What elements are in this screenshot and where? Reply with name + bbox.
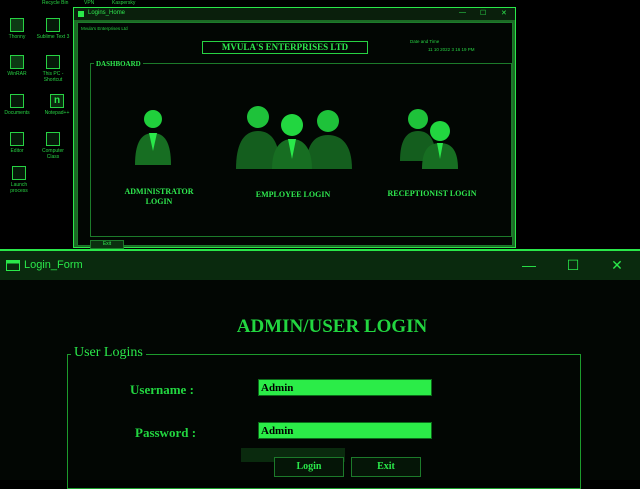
desktop-icon-label: Computer Class bbox=[42, 148, 64, 160]
desktop-icon-label: Editor bbox=[10, 148, 24, 154]
desktop-icon-notepad[interactable]: n Notepad++ bbox=[40, 94, 74, 116]
desktop-icon-computer-class[interactable]: Computer Class bbox=[36, 132, 70, 160]
dashboard-legend: DASHBOARD bbox=[94, 60, 143, 68]
home-window: Logins_Home — ☐ ✕ Mvula's Enterprises Lt… bbox=[73, 7, 516, 249]
desktop-icon-this-pc[interactable]: This PC - Shortcut bbox=[36, 55, 70, 83]
desktop-icon-label: Sublime Text 3 bbox=[36, 34, 70, 40]
exit-button[interactable]: Exit bbox=[351, 457, 421, 477]
login-window: Login_Form — ☐ ✕ ADMIN/USER LOGIN User L… bbox=[0, 249, 640, 489]
notepad-plus-icon: n bbox=[50, 94, 64, 108]
home-close-button[interactable]: ✕ bbox=[501, 9, 507, 17]
app-window-icon bbox=[6, 260, 20, 271]
desktop-icon-label: This PC - Shortcut bbox=[42, 71, 64, 83]
administrator-login-label[interactable]: ADMINISTRATOR LOGIN bbox=[111, 187, 207, 207]
launch-process-icon bbox=[12, 166, 26, 180]
desktop-clipped-label: VPN bbox=[84, 0, 95, 6]
administrator-label-line: LOGIN bbox=[145, 197, 173, 206]
datetime-value: 11 10 2022 3 16 19 PM bbox=[428, 47, 475, 52]
minimize-button[interactable]: — bbox=[518, 256, 540, 274]
desktop-icon-launch[interactable]: Launch process bbox=[2, 166, 36, 194]
login-button[interactable]: Login bbox=[274, 457, 344, 477]
desktop-icon-label: Notepad++ bbox=[44, 110, 70, 116]
computer-class-icon bbox=[46, 132, 60, 146]
datetime-label: Date and Time bbox=[410, 39, 440, 44]
thonny-icon bbox=[10, 18, 24, 32]
home-minimize-button[interactable]: — bbox=[459, 9, 466, 16]
desktop-icon-thonny[interactable]: Thonny bbox=[0, 18, 34, 40]
app-icon bbox=[78, 11, 84, 17]
documents-icon bbox=[10, 94, 24, 108]
password-field[interactable]: Admin bbox=[258, 422, 432, 439]
desktop-icon-documents[interactable]: Documents bbox=[0, 94, 34, 116]
employee-login-label[interactable]: EMPLOYEE LOGIN bbox=[228, 190, 358, 200]
administrator-label-line: ADMINISTRATOR bbox=[124, 187, 194, 196]
maximize-button[interactable]: ☐ bbox=[562, 256, 584, 274]
username-label: Username : bbox=[130, 382, 194, 397]
desktop-clipped-label: Recycle Bin bbox=[42, 0, 69, 6]
editor-icon bbox=[10, 132, 24, 146]
this-pc-icon bbox=[46, 55, 60, 69]
administrator-icon[interactable] bbox=[131, 103, 175, 167]
login-heading: ADMIN/USER LOGIN bbox=[236, 316, 428, 337]
desktop-icon-winrar[interactable]: WinRAR bbox=[0, 55, 34, 77]
password-label: Password : bbox=[135, 425, 197, 440]
home-infobar: Mvula's Enterprises Ltd bbox=[81, 26, 128, 31]
home-body: Mvula's Enterprises Ltd MVULA'S ENTERPRI… bbox=[77, 22, 513, 249]
home-exit-button[interactable]: Exit bbox=[90, 240, 124, 249]
employee-group-icon[interactable] bbox=[234, 103, 354, 169]
home-maximize-button[interactable]: ☐ bbox=[480, 9, 486, 17]
desktop-icon-label: Documents bbox=[4, 110, 30, 116]
username-field[interactable]: Admin bbox=[258, 379, 432, 396]
winrar-icon bbox=[10, 55, 24, 69]
desktop-icon-label: WinRAR bbox=[7, 71, 27, 77]
desktop-icon-sublime[interactable]: Sublime Text 3 bbox=[36, 18, 70, 40]
receptionist-login-label[interactable]: RECEPTIONIST LOGIN bbox=[372, 189, 492, 199]
company-name: MVULA'S ENTERPRISES LTD bbox=[202, 41, 368, 54]
sublime-text-icon bbox=[46, 18, 60, 32]
receptionist-icon[interactable] bbox=[394, 103, 464, 169]
home-title-bar[interactable]: Logins_Home — ☐ ✕ bbox=[74, 8, 515, 20]
close-button[interactable]: ✕ bbox=[606, 256, 628, 274]
login-title-bar[interactable]: Login_Form — ☐ ✕ bbox=[0, 251, 640, 280]
user-logins-legend: User Logins bbox=[71, 345, 146, 361]
desktop-icon-editor[interactable]: Editor bbox=[0, 132, 34, 154]
desktop-icon-label: Thonny bbox=[8, 34, 26, 40]
desktop-icon-label: Launch process bbox=[10, 182, 28, 194]
desktop-clipped-label: Kaspersky bbox=[112, 0, 136, 6]
home-window-title: Logins_Home bbox=[88, 10, 126, 16]
login-window-title: Login_Form bbox=[24, 259, 83, 271]
